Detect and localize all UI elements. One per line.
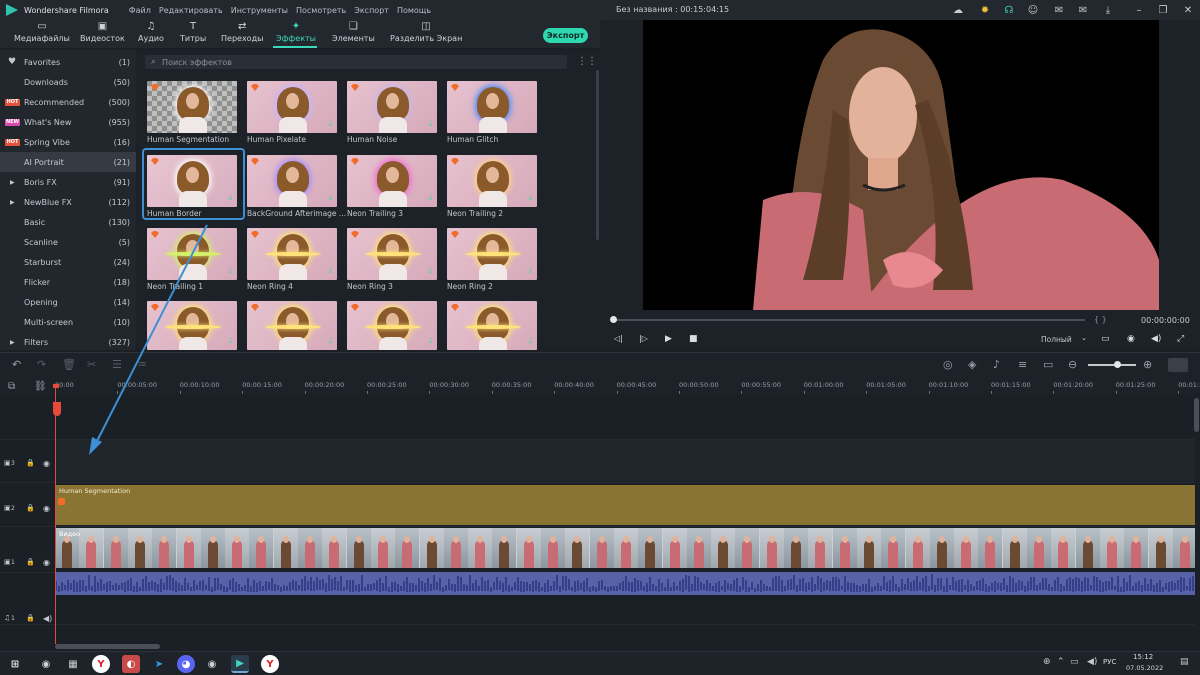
filmora-window: Wondershare Filmora Файл Редактировать И…	[0, 0, 1200, 675]
steam-client-icon[interactable]: ◉	[203, 655, 221, 673]
steam-icon[interactable]: ◉	[37, 655, 55, 673]
speaker-icon[interactable]: ◀)	[1087, 657, 1097, 667]
chevron-up-icon[interactable]: ⌃	[1057, 657, 1065, 667]
network-icon[interactable]: ▭	[1070, 657, 1079, 667]
telegram-icon[interactable]: ➤	[150, 655, 168, 673]
windows-taskbar: ⊞ ◉ ▦ Y ◐ ➤ ◕ ◉ ▶ Y	[0, 651, 1200, 675]
notification-center-icon[interactable]: ▤	[1180, 657, 1189, 667]
discord-icon[interactable]: ◕	[177, 655, 195, 673]
app-icon[interactable]: ◐	[122, 655, 140, 673]
clock-date[interactable]: 07.05.2022	[1126, 664, 1163, 672]
annotation-arrow	[89, 224, 208, 455]
start-icon[interactable]: ⊞	[6, 655, 24, 673]
filmora-taskbar-icon[interactable]: ▶	[231, 655, 249, 673]
video-clip-label: Видео	[59, 530, 81, 538]
tray-icon[interactable]: ⊕	[1043, 657, 1051, 667]
yandex-icon[interactable]: Y	[261, 655, 279, 673]
language-indicator[interactable]: РУС	[1103, 658, 1116, 666]
clock-time[interactable]: 15:12	[1133, 653, 1153, 661]
network-app-icon[interactable]: ▦	[64, 655, 82, 673]
yandex-browser-icon[interactable]: Y	[92, 655, 110, 673]
